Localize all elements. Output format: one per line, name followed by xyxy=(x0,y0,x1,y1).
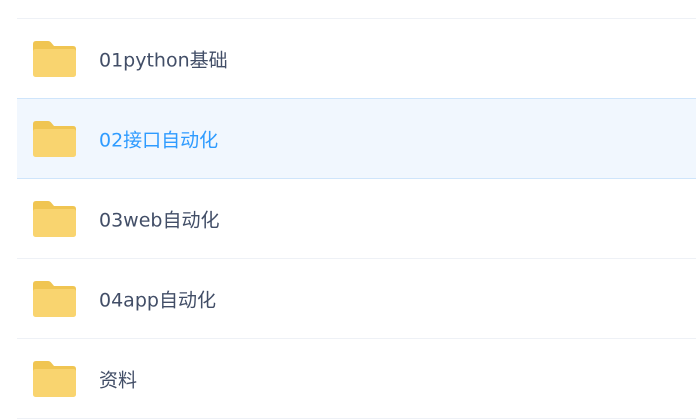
file-name[interactable]: 03web自动化 xyxy=(99,205,219,232)
list-item-materials[interactable]: 资料 xyxy=(17,339,696,419)
file-name[interactable]: 02接口自动化 xyxy=(99,125,218,152)
list-item-03web[interactable]: 03web自动化 xyxy=(17,179,696,259)
folder-icon xyxy=(33,201,76,237)
folder-icon xyxy=(33,41,76,77)
file-name[interactable]: 04app自动化 xyxy=(99,285,216,312)
list-item-02-interface-automation[interactable]: 02接口自动化 xyxy=(17,98,696,179)
list-item-04app[interactable]: 04app自动化 xyxy=(17,259,696,339)
file-name[interactable]: 资料 xyxy=(99,365,137,392)
file-list: 01python基础 02接口自动化 03web自动化 04app自动化 资料 xyxy=(17,18,696,419)
folder-icon xyxy=(33,361,76,397)
list-item-01python[interactable]: 01python基础 xyxy=(17,19,696,99)
folder-icon xyxy=(33,121,76,157)
file-name[interactable]: 01python基础 xyxy=(99,45,228,72)
folder-icon xyxy=(33,281,76,317)
